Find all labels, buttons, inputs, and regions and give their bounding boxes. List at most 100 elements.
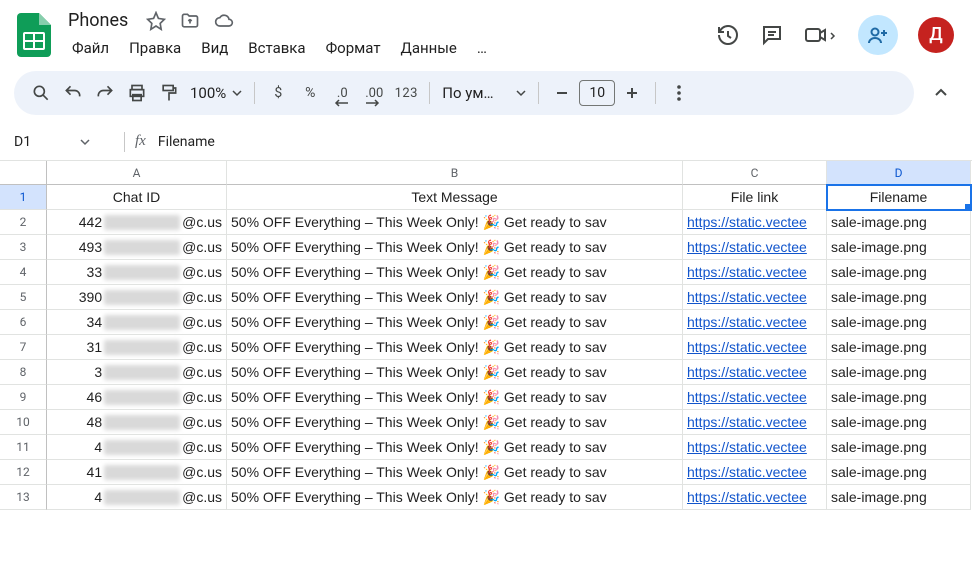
cell[interactable]: sale-image.png <box>827 335 971 360</box>
cell[interactable]: https://static.vectee <box>683 210 827 235</box>
cell[interactable]: 46@c.us <box>47 385 227 410</box>
cell[interactable]: sale-image.png <box>827 385 971 410</box>
cell[interactable]: 50% OFF Everything – This Week Only! 🎉 G… <box>227 285 683 310</box>
menu-file[interactable]: Файл <box>64 35 117 61</box>
cell[interactable]: sale-image.png <box>827 360 971 385</box>
cell[interactable]: 50% OFF Everything – This Week Only! 🎉 G… <box>227 260 683 285</box>
column-header[interactable]: B <box>227 161 683 185</box>
select-all-corner[interactable] <box>0 161 47 185</box>
cell[interactable]: 50% OFF Everything – This Week Only! 🎉 G… <box>227 235 683 260</box>
cell[interactable]: 390@c.us <box>47 285 227 310</box>
undo-icon[interactable] <box>58 78 88 108</box>
cell[interactable]: sale-image.png <box>827 260 971 285</box>
zoom-dropdown[interactable]: 100% <box>186 84 246 102</box>
decrease-font-size-button[interactable] <box>547 78 577 108</box>
cell[interactable]: Text Message <box>227 185 683 210</box>
row-header[interactable]: 9 <box>0 385 47 410</box>
move-folder-icon[interactable] <box>180 11 200 31</box>
cell[interactable]: sale-image.png <box>827 435 971 460</box>
menu-data[interactable]: Данные <box>393 35 465 61</box>
cell[interactable]: 50% OFF Everything – This Week Only! 🎉 G… <box>227 435 683 460</box>
menu-edit[interactable]: Правка <box>121 35 189 61</box>
row-header[interactable]: 5 <box>0 285 47 310</box>
cell[interactable]: https://static.vectee <box>683 260 827 285</box>
cell[interactable]: sale-image.png <box>827 410 971 435</box>
cell[interactable]: Filename <box>827 185 971 210</box>
cell[interactable]: 41@c.us <box>47 460 227 485</box>
row-header[interactable]: 1 <box>0 185 47 210</box>
document-title[interactable]: Phones <box>64 8 132 33</box>
redo-icon[interactable] <box>90 78 120 108</box>
cell[interactable]: https://static.vectee <box>683 435 827 460</box>
row-header[interactable]: 11 <box>0 435 47 460</box>
account-avatar[interactable]: Д <box>918 17 954 53</box>
history-icon[interactable] <box>716 23 740 47</box>
comments-icon[interactable] <box>760 23 784 47</box>
increase-font-size-button[interactable] <box>617 78 647 108</box>
cell[interactable]: File link <box>683 185 827 210</box>
cell[interactable]: 50% OFF Everything – This Week Only! 🎉 G… <box>227 310 683 335</box>
menu-view[interactable]: Вид <box>193 35 236 61</box>
cell[interactable]: 3@c.us <box>47 360 227 385</box>
search-menus-icon[interactable] <box>26 78 56 108</box>
cell[interactable]: 34@c.us <box>47 310 227 335</box>
cell[interactable]: https://static.vectee <box>683 360 827 385</box>
column-header[interactable]: A <box>47 161 227 185</box>
cell[interactable]: https://static.vectee <box>683 335 827 360</box>
menu-insert[interactable]: Вставка <box>240 35 313 61</box>
cell[interactable]: https://static.vectee <box>683 460 827 485</box>
cell[interactable]: 493@c.us <box>47 235 227 260</box>
share-button[interactable] <box>858 15 898 55</box>
cell[interactable]: 50% OFF Everything – This Week Only! 🎉 G… <box>227 210 683 235</box>
row-header[interactable]: 6 <box>0 310 47 335</box>
increase-decimal-button[interactable]: .00 <box>359 78 389 108</box>
cell[interactable]: sale-image.png <box>827 235 971 260</box>
collapse-toolbar-icon[interactable] <box>924 76 958 110</box>
cell[interactable]: 4@c.us <box>47 485 227 510</box>
cell[interactable]: sale-image.png <box>827 485 971 510</box>
star-icon[interactable] <box>146 11 166 31</box>
name-box[interactable]: D1 <box>0 134 100 150</box>
menu-format[interactable]: Формат <box>318 35 389 61</box>
row-header[interactable]: 12 <box>0 460 47 485</box>
cell[interactable]: 33@c.us <box>47 260 227 285</box>
font-size-input[interactable]: 10 <box>579 80 615 106</box>
cell[interactable]: sale-image.png <box>827 210 971 235</box>
row-header[interactable]: 3 <box>0 235 47 260</box>
row-header[interactable]: 10 <box>0 410 47 435</box>
row-header[interactable]: 7 <box>0 335 47 360</box>
cell[interactable]: 50% OFF Everything – This Week Only! 🎉 G… <box>227 360 683 385</box>
cell[interactable]: https://static.vectee <box>683 310 827 335</box>
cell[interactable]: 50% OFF Everything – This Week Only! 🎉 G… <box>227 385 683 410</box>
cell[interactable]: 50% OFF Everything – This Week Only! 🎉 G… <box>227 460 683 485</box>
formula-input[interactable]: Filename <box>156 134 972 150</box>
cell[interactable]: sale-image.png <box>827 285 971 310</box>
cell[interactable]: https://static.vectee <box>683 385 827 410</box>
percent-button[interactable]: % <box>295 78 325 108</box>
column-header[interactable]: C <box>683 161 827 185</box>
row-header[interactable]: 13 <box>0 485 47 510</box>
cell[interactable]: https://static.vectee <box>683 285 827 310</box>
cell[interactable]: 31@c.us <box>47 335 227 360</box>
currency-button[interactable]: $ <box>263 78 293 108</box>
cell[interactable]: 442@c.us <box>47 210 227 235</box>
meet-icon[interactable] <box>804 23 838 47</box>
cell[interactable]: https://static.vectee <box>683 485 827 510</box>
cell[interactable]: sale-image.png <box>827 310 971 335</box>
cell[interactable]: sale-image.png <box>827 460 971 485</box>
cell[interactable]: Chat ID <box>47 185 227 210</box>
cell[interactable]: 48@c.us <box>47 410 227 435</box>
cell[interactable]: 4@c.us <box>47 435 227 460</box>
cell[interactable]: https://static.vectee <box>683 410 827 435</box>
row-header[interactable]: 2 <box>0 210 47 235</box>
row-header[interactable]: 4 <box>0 260 47 285</box>
cell[interactable]: https://static.vectee <box>683 235 827 260</box>
paint-format-icon[interactable] <box>154 78 184 108</box>
cloud-status-icon[interactable] <box>214 11 234 31</box>
menu-more[interactable]: … <box>469 35 495 61</box>
font-family-dropdown[interactable]: По ум… <box>438 84 530 102</box>
column-header[interactable]: D <box>827 161 971 185</box>
decrease-decimal-button[interactable]: .0 <box>327 78 357 108</box>
cell[interactable]: 50% OFF Everything – This Week Only! 🎉 G… <box>227 485 683 510</box>
sheets-logo[interactable] <box>14 15 54 55</box>
